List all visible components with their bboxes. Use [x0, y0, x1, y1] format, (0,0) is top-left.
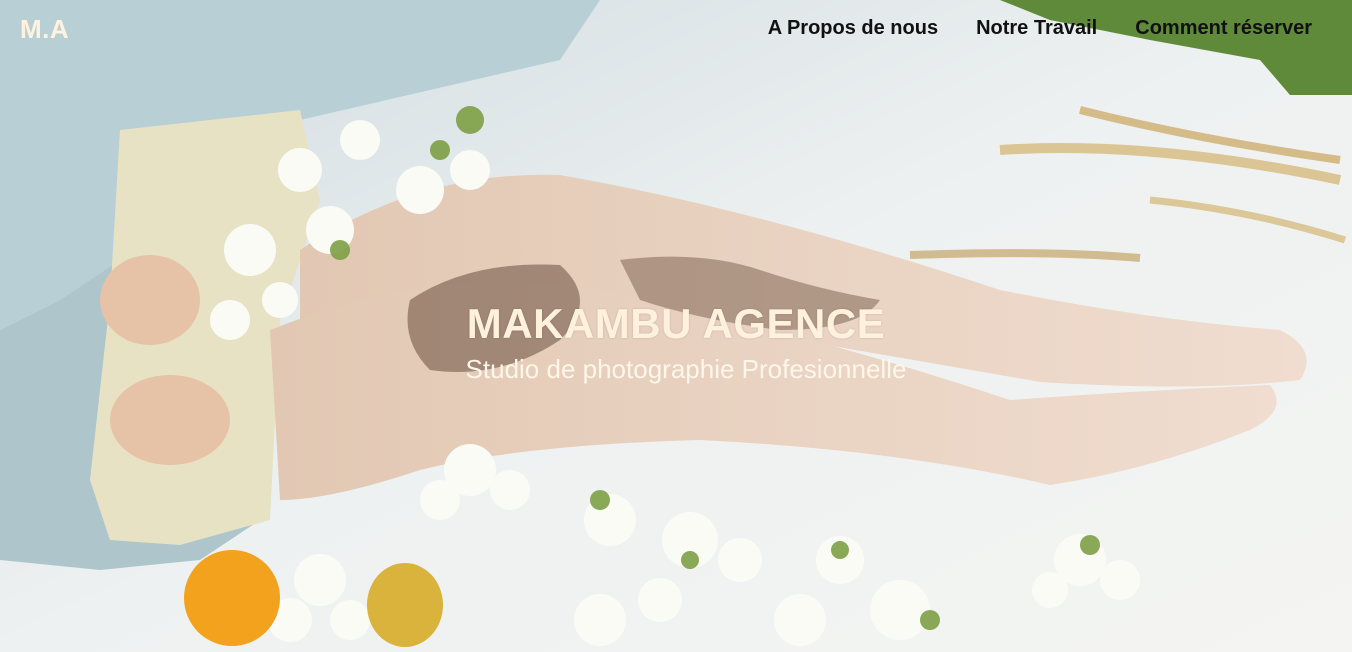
hero-section: M.A A Propos de nous Notre Travail Comme…: [0, 0, 1352, 652]
main-navigation: A Propos de nous Notre Travail Comment r…: [768, 17, 1312, 40]
nav-link-about[interactable]: A Propos de nous: [768, 17, 938, 40]
logo-link[interactable]: M.A: [20, 14, 69, 45]
hero-subtitle: Studio de photographie Profesionnelle: [465, 354, 907, 384]
hero-title: MAKAMBU AGENCE: [466, 300, 886, 347]
nav-link-how-to-book[interactable]: Comment réserver: [1135, 17, 1312, 40]
hero-headline: MAKAMBU AGENCE Studio de photographie Pr…: [0, 300, 1352, 385]
nav-link-our-work[interactable]: Notre Travail: [976, 17, 1097, 40]
